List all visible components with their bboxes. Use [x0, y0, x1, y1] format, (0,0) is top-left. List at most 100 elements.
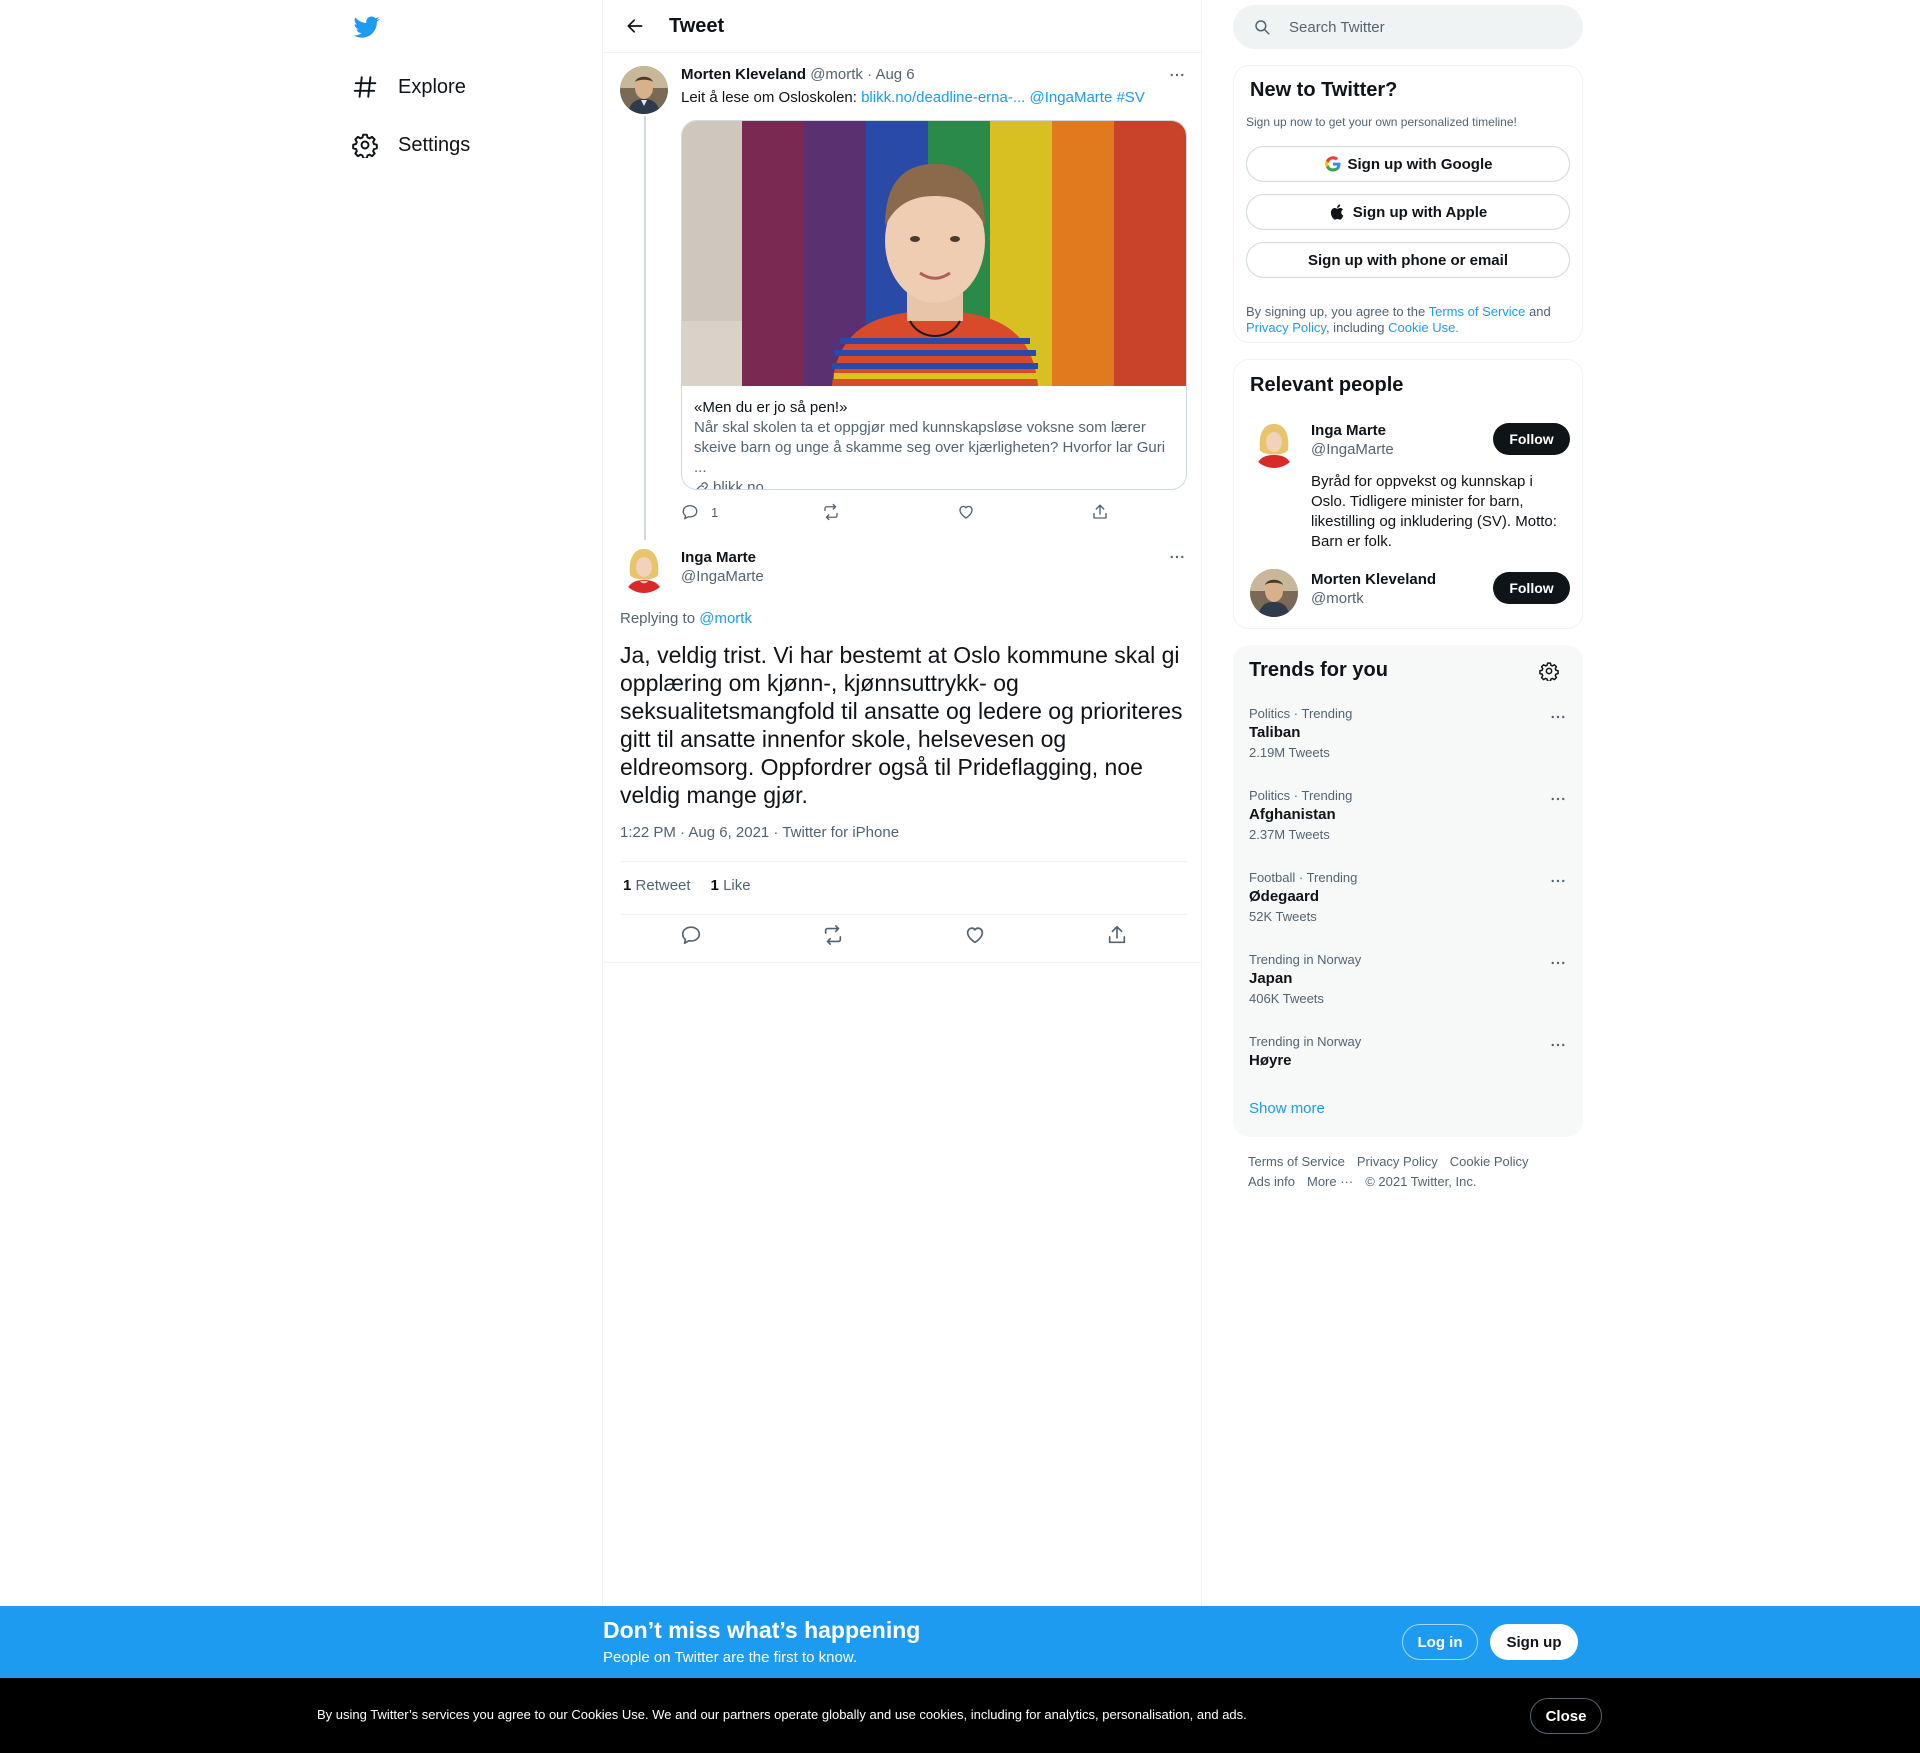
- parent-tweet-mention[interactable]: @IngaMarte: [1030, 89, 1113, 106]
- like-icon: [959, 505, 973, 519]
- person-morten[interactable]: Morten Kleveland @mortk Follow: [1250, 569, 1570, 619]
- avatar-inga-small[interactable]: [1250, 420, 1298, 468]
- trend-context: Trending in Norway: [1249, 952, 1362, 967]
- signup-apple-button[interactable]: Sign up with Apple: [1246, 194, 1570, 230]
- link-card[interactable]: «Men du er jo så pen!» Når skal skolen t…: [681, 120, 1187, 490]
- avatar-inga[interactable]: [620, 545, 668, 593]
- trend-context: Football · Trending: [1249, 870, 1358, 885]
- link-icon: [694, 480, 710, 489]
- person-name[interactable]: Morten Kleveland: [1311, 571, 1436, 588]
- main-author-name[interactable]: Inga Marte: [681, 549, 764, 566]
- login-button[interactable]: Log in: [1402, 1624, 1478, 1660]
- terms-link[interactable]: Terms of Service: [1429, 304, 1526, 319]
- more-icon[interactable]: [1549, 872, 1567, 890]
- thread-line: [644, 116, 646, 540]
- trend-context: Trending in Norway: [1249, 1034, 1362, 1049]
- likes-stat[interactable]: 1 Like: [711, 877, 751, 894]
- trend-name: Høyre: [1249, 1052, 1292, 1069]
- footer-cookie[interactable]: Cookie Policy: [1450, 1154, 1529, 1169]
- person-name[interactable]: Inga Marte: [1311, 422, 1394, 439]
- footer-terms[interactable]: Terms of Service: [1248, 1154, 1345, 1169]
- retweet-icon[interactable]: [822, 924, 844, 946]
- main-author-handle[interactable]: @IngaMarte: [681, 568, 764, 585]
- login-prompt-subtitle: People on Twitter are the first to know.: [603, 1649, 858, 1666]
- parent-tweet-header: Morten Kleveland @mortk · Aug 6: [681, 66, 915, 83]
- replying-to-handle[interactable]: @mortk: [699, 610, 752, 627]
- trend-count: 406K Tweets: [1249, 991, 1324, 1006]
- footer-ads[interactable]: Ads info: [1248, 1174, 1295, 1189]
- nav-settings[interactable]: Settings: [352, 123, 470, 167]
- legal-text-2: and: [1525, 304, 1551, 319]
- back-arrow-icon[interactable]: [617, 8, 653, 44]
- twitter-logo-icon[interactable]: [352, 14, 382, 40]
- footer-privacy[interactable]: Privacy Policy: [1357, 1154, 1438, 1169]
- signup-google-button[interactable]: Sign up with Google: [1246, 146, 1570, 182]
- trend-context: Politics · Trending: [1249, 706, 1353, 721]
- cookie-close-button[interactable]: Close: [1530, 1698, 1602, 1734]
- retweets-stat[interactable]: 1 Retweet: [623, 877, 691, 894]
- parent-tweet-link[interactable]: blikk.no/deadline-erna-...: [861, 89, 1025, 106]
- avatar-morten-small[interactable]: [1250, 569, 1298, 617]
- search-bar[interactable]: [1233, 5, 1583, 49]
- footer-more[interactable]: More ···: [1307, 1174, 1353, 1189]
- more-icon[interactable]: [1165, 63, 1189, 87]
- avatar-morten[interactable]: [620, 66, 668, 114]
- main-column: Tweet Morten Kleveland @mortk · Aug 6 Le…: [602, 0, 1202, 1753]
- trends-title: Trends for you: [1249, 659, 1388, 681]
- like-icon[interactable]: [964, 924, 986, 946]
- cookie-link[interactable]: Cookie Use.: [1388, 320, 1459, 335]
- parent-author-handle[interactable]: @mortk: [810, 66, 863, 83]
- more-icon[interactable]: [1549, 708, 1567, 726]
- parent-tweet-hashtag[interactable]: #SV: [1116, 89, 1144, 106]
- person-handle[interactable]: @mortk: [1311, 590, 1436, 607]
- trends-box: Trends for you Politics · Trending Talib…: [1233, 645, 1583, 1137]
- apple-icon: [1330, 204, 1344, 220]
- signup-phone-button[interactable]: Sign up with phone or email: [1246, 242, 1570, 278]
- follow-button[interactable]: Follow: [1493, 423, 1570, 455]
- like-button[interactable]: [957, 500, 987, 524]
- more-icon[interactable]: [1549, 954, 1567, 972]
- footer-copyright: © 2021 Twitter, Inc.: [1365, 1174, 1477, 1189]
- parent-tweet-text-prefix: Leit å lese om Osloskolen:: [681, 89, 862, 106]
- google-icon: [1324, 156, 1340, 172]
- more-icon[interactable]: [1549, 1036, 1567, 1054]
- link-card-domain: blikk.no: [713, 479, 764, 490]
- trend-item[interactable]: Trending in Norway Japan 406K Tweets: [1249, 952, 1567, 1006]
- more-icon[interactable]: [1165, 545, 1189, 569]
- trend-item[interactable]: Football · Trending Ødegaard 52K Tweets: [1249, 870, 1567, 924]
- share-icon: [1093, 504, 1107, 519]
- gear-icon[interactable]: [1539, 661, 1559, 681]
- privacy-link[interactable]: Privacy Policy: [1246, 320, 1326, 335]
- retweets-label: Retweet: [635, 877, 691, 894]
- signup-button[interactable]: Sign up: [1490, 1624, 1578, 1660]
- page-title: Tweet: [669, 14, 725, 37]
- more-icon[interactable]: [1549, 790, 1567, 808]
- reply-icon: [682, 504, 698, 520]
- trend-name: Taliban: [1249, 724, 1301, 741]
- reply-button[interactable]: 1: [681, 500, 718, 524]
- signup-box: New to Twitter? Sign up now to get your …: [1233, 65, 1583, 343]
- retweet-button[interactable]: [822, 500, 852, 524]
- signup-phone-label: Sign up with phone or email: [1307, 251, 1508, 269]
- share-button[interactable]: [1091, 500, 1121, 524]
- trend-item[interactable]: Politics · Trending Taliban 2.19M Tweets: [1249, 706, 1567, 760]
- reply-count: 1: [711, 504, 719, 520]
- relevant-people-box: Relevant people Inga Marte @IngaMarte Fo…: [1233, 359, 1583, 629]
- show-more-link[interactable]: Show more: [1249, 1100, 1325, 1117]
- reply-icon[interactable]: [680, 924, 702, 946]
- search-input[interactable]: [1289, 18, 1549, 36]
- trend-item[interactable]: Politics · Trending Afghanistan 2.37M Tw…: [1249, 788, 1567, 842]
- person-inga[interactable]: Inga Marte @IngaMarte Follow Byråd for o…: [1250, 420, 1570, 560]
- parent-tweet-date[interactable]: · Aug 6: [867, 66, 915, 83]
- parent-author-name[interactable]: Morten Kleveland: [681, 66, 806, 83]
- trend-context: Politics · Trending: [1249, 788, 1353, 803]
- person-bio: Byråd for oppvekst og kunnskap i Oslo. T…: [1311, 473, 1557, 550]
- parent-tweet-text: Leit å lese om Osloskolen: blikk.no/dead…: [681, 88, 1145, 108]
- main-tweet-timestamp[interactable]: 1:22 PM · Aug 6, 2021 · Twitter for iPho…: [620, 824, 899, 841]
- person-handle[interactable]: @IngaMarte: [1311, 441, 1394, 458]
- nav-explore[interactable]: Explore: [352, 65, 466, 109]
- share-icon[interactable]: [1106, 924, 1128, 946]
- follow-button[interactable]: Follow: [1493, 572, 1570, 604]
- relevant-people-title: Relevant people: [1250, 374, 1404, 396]
- trend-item[interactable]: Trending in Norway Høyre: [1249, 1034, 1567, 1069]
